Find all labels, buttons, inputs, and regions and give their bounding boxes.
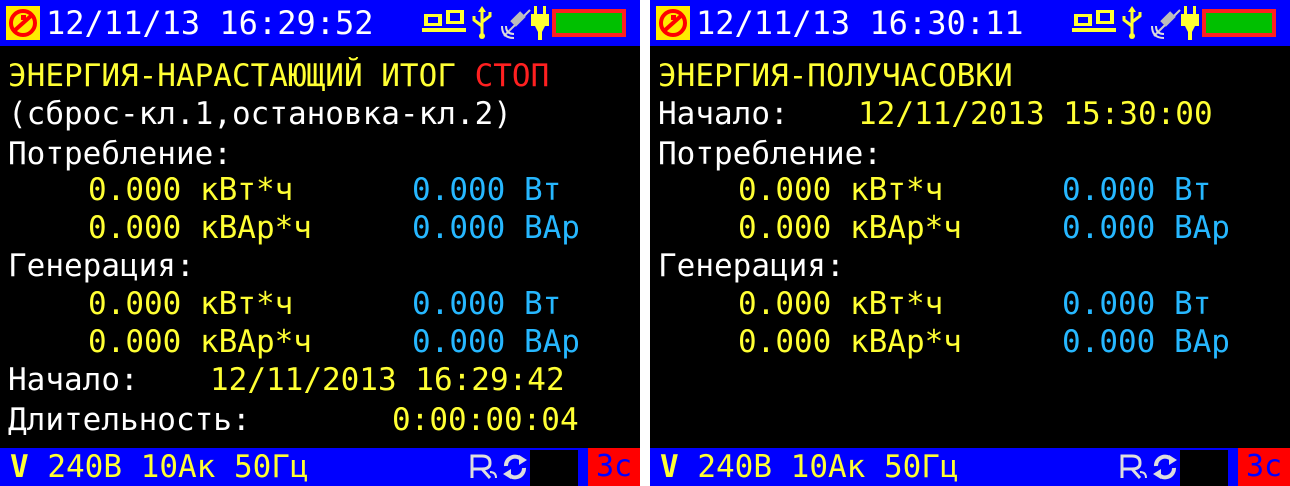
consumption-label: Потребление: (658, 136, 882, 172)
screen-cumulative-energy: 12/11/13 16:29:52 ЭНЕРГИЯ-НАРАСТАЮЩИЙ ИТ… (0, 0, 640, 486)
generation-label: Генерация: (8, 248, 195, 284)
brand-logo-icon (6, 6, 40, 40)
status-bar: 12/11/13 16:30:11 (650, 0, 1290, 46)
consumption-reactive-power: 0.000 ВАр (1062, 210, 1230, 246)
usb-icon (472, 6, 492, 39)
cycle-icon (1153, 454, 1177, 480)
power-plug-icon (531, 6, 549, 40)
screen-half-hour-energy: 12/11/13 16:30:11 ЭНЕРГИЯ-ПОЛУЧАСОВКИ На… (650, 0, 1290, 486)
stop-status: СТОП (474, 58, 550, 94)
battery-icon (1202, 9, 1276, 37)
hold-indicator (530, 450, 578, 486)
bottom-bar: V 240В 10Ак 50Гц 3с (0, 448, 640, 486)
status-bar: 12/11/13 16:29:52 (0, 0, 640, 46)
nominal-values: 240В 10Ак 50Гц (47, 449, 309, 485)
reset-hint: (сброс-кл.1,остановка-кл.2) (8, 96, 512, 132)
consumption-active-power: 0.000 Вт (1062, 172, 1212, 208)
remote-icon (1120, 454, 1147, 479)
start-value: 12/11/2013 16:29:42 (210, 362, 565, 398)
duration-label: Длительность: (8, 402, 251, 438)
gps-icon (1151, 9, 1181, 39)
generation-active-energy: 0.000 кВт*ч (88, 286, 294, 322)
generation-reactive-energy: 0.000 кВАр*ч (738, 324, 962, 360)
consumption-reactive-energy: 0.000 кВАр*ч (88, 210, 312, 246)
voltage-icon: V (660, 449, 679, 485)
status-datetime: 12/11/13 16:29:52 (46, 4, 374, 42)
generation-reactive-energy: 0.000 кВАр*ч (88, 324, 312, 360)
power-plug-icon (1181, 6, 1199, 40)
voltage-icon: V (10, 449, 29, 485)
gps-icon (501, 9, 531, 39)
pc-link-icon (422, 10, 466, 32)
hold-indicator (1180, 450, 1228, 486)
cycle-icon (503, 454, 527, 480)
battery-icon (552, 9, 626, 37)
nominal-values: 240В 10Ак 50Гц (697, 449, 959, 485)
start-label: Начало: (8, 362, 139, 398)
duration-value: 0:00:00:04 (392, 402, 579, 438)
interval-badge: 3с (1238, 448, 1290, 486)
consumption-active-energy: 0.000 кВт*ч (738, 172, 944, 208)
pc-link-icon (1072, 10, 1116, 32)
page-title: ЭНЕРГИЯ-НАРАСТАЮЩИЙ ИТОГ СТОП (8, 58, 550, 94)
bottom-bar: V 240В 10Ак 50Гц 3с (650, 448, 1290, 486)
consumption-reactive-power: 0.000 ВАр (412, 210, 580, 246)
consumption-active-power: 0.000 Вт (412, 172, 562, 208)
generation-reactive-power: 0.000 ВАр (1062, 324, 1230, 360)
generation-active-power: 0.000 Вт (1062, 286, 1212, 322)
page-title: ЭНЕРГИЯ-ПОЛУЧАСОВКИ (658, 58, 1013, 94)
consumption-reactive-energy: 0.000 кВАр*ч (738, 210, 962, 246)
consumption-active-energy: 0.000 кВт*ч (88, 172, 294, 208)
consumption-label: Потребление: (8, 136, 232, 172)
generation-active-energy: 0.000 кВт*ч (738, 286, 944, 322)
generation-label: Генерация: (658, 248, 845, 284)
remote-icon (470, 454, 497, 479)
brand-logo-icon (656, 6, 690, 40)
generation-active-power: 0.000 Вт (412, 286, 562, 322)
generation-reactive-power: 0.000 ВАр (412, 324, 580, 360)
start-value: 12/11/2013 15:30:00 (858, 96, 1213, 132)
start-label: Начало: (658, 96, 789, 132)
interval-badge: 3с (588, 448, 640, 486)
status-datetime: 12/11/13 16:30:11 (696, 4, 1024, 42)
usb-icon (1122, 6, 1142, 39)
